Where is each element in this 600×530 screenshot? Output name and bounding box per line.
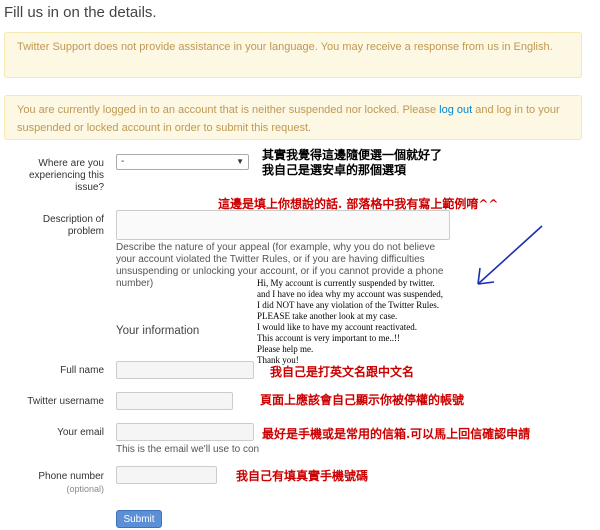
where-annotation-line-1: 其實我覺得這邊隨便選一個就好了 [262,148,443,162]
phone-optional-text: (optional) [66,484,104,494]
letter-line: I did NOT have any violation of the Twit… [257,300,440,310]
language-alert: Twitter Support does not provide assista… [4,32,582,78]
login-alert: You are currently logged in to an accoun… [4,95,582,140]
email-annotation: 最好是手機或是常用的信箱.可以馬上回信確認申請 [262,427,531,441]
letter-line: Please help me. [257,344,314,354]
where-select-value: - [121,156,125,167]
logout-link[interactable]: log out [439,104,472,116]
fullname-annotation: 我自己是打英文名跟中文名 [270,365,415,379]
submit-button[interactable]: Submit [116,510,162,528]
email-label: Your email [57,427,104,438]
phone-input[interactable] [116,466,217,484]
email-help: This is the email we'll use to con [116,444,260,455]
page-title: Fill us in on the details. [4,4,157,21]
username-annotation: 頁面上應該會自己顯示你被停權的帳號 [260,393,465,407]
where-annotation: 其實我覺得這邊隨便選一個就好了 我自己是選安卓的那個選項 [262,148,442,178]
letter-line: PLEASE take another look at my case. [257,311,398,321]
letter-line: and I have no idea why my account was su… [257,289,443,299]
arrow-icon [477,225,543,285]
chevron-down-icon: ▼ [236,157,244,166]
where-annotation-line-2: 我自己是選安卓的那個選項 [262,163,407,177]
example-letter: Hi, My account is currently suspended by… [257,278,443,366]
phone-label-text: Phone number [38,471,104,482]
section-title-your-information: Your information [116,325,200,337]
where-select[interactable]: - ▼ [116,154,249,170]
letter-line: This account is very important to me..!! [257,333,400,343]
fullname-label: Full name [60,365,104,376]
letter-line: Hi, My account is currently suspended by… [257,278,435,288]
login-alert-text-before: You are currently logged in to an accoun… [17,104,440,116]
phone-annotation: 我自己有填真實手機號碼 [236,469,369,483]
description-label: Description of problem [42,214,104,237]
username-label: Twitter username [27,396,104,407]
email-input[interactable] [116,423,254,441]
letter-line: I would like to have my account reactiva… [257,322,417,332]
username-input[interactable] [116,392,233,410]
description-textarea[interactable] [116,210,450,240]
fullname-input[interactable] [116,361,254,379]
where-label: Where are you experiencing this issue? [28,158,104,193]
phone-label: Phone number (optional) [4,471,104,496]
